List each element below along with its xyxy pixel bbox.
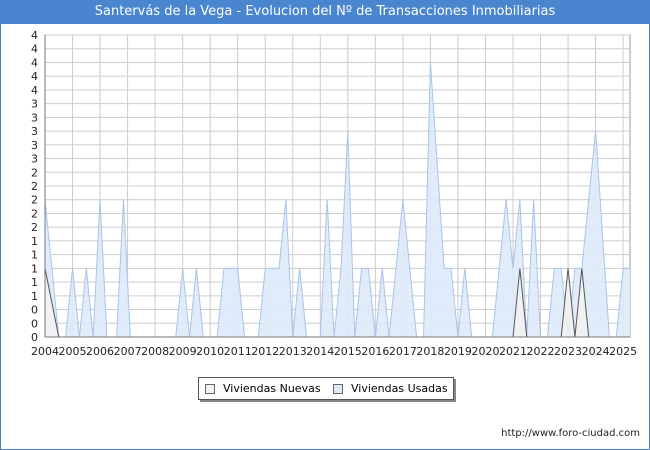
- x-tick-label: 2006: [86, 345, 114, 358]
- y-tick-label: 4: [31, 43, 38, 56]
- x-tick-label: 2004: [31, 345, 59, 358]
- x-tick-label: 2012: [251, 345, 279, 358]
- x-tick-label: 2005: [59, 345, 87, 358]
- legend-swatch-usadas: [333, 383, 343, 394]
- y-tick-label: 3: [31, 111, 38, 124]
- x-tick-label: 2023: [554, 345, 582, 358]
- legend-label-usadas: Viviendas Usadas: [351, 382, 448, 395]
- x-tick-label: 2011: [224, 345, 252, 358]
- y-tick-label: 0: [31, 304, 38, 317]
- y-tick-label: 4: [31, 56, 38, 69]
- x-tick-label: 2009: [169, 345, 197, 358]
- y-tick-label: 4: [31, 70, 38, 83]
- x-tick-label: 2014: [306, 345, 334, 358]
- x-tick-label: 2025: [609, 345, 637, 358]
- x-tick-label: 2018: [416, 345, 444, 358]
- y-tick-label: 3: [31, 153, 38, 166]
- y-tick-label: 1: [31, 235, 38, 248]
- y-tick-label: 3: [31, 98, 38, 111]
- x-tick-label: 2008: [141, 345, 169, 358]
- x-tick-label: 2024: [582, 345, 610, 358]
- x-tick-label: 2015: [334, 345, 362, 358]
- legend-item-usadas: Viviendas Usadas: [333, 382, 448, 395]
- x-tick-label: 2019: [444, 345, 472, 358]
- y-tick-label: 1: [31, 249, 38, 262]
- y-tick-label: 1: [31, 262, 38, 275]
- x-tick-label: 2022: [527, 345, 555, 358]
- x-tick-label: 2020: [471, 345, 499, 358]
- x-tick-label: 2016: [361, 345, 389, 358]
- footer-url: http://www.foro-ciudad.com: [501, 428, 640, 439]
- y-tick-label: 0: [31, 331, 38, 344]
- x-tick-label: 2010: [196, 345, 224, 358]
- legend: Viviendas Nuevas Viviendas Usadas: [198, 377, 454, 400]
- legend-swatch-nuevas: [205, 383, 215, 394]
- x-tick-label: 2021: [499, 345, 527, 358]
- y-tick-label: 4: [31, 84, 38, 97]
- y-tick-label: 0: [31, 317, 38, 330]
- y-tick-label: 1: [31, 290, 38, 303]
- y-tick-label: 1: [31, 276, 38, 289]
- y-tick-label: 2: [31, 207, 38, 220]
- legend-label-nuevas: Viviendas Nuevas: [223, 382, 321, 395]
- x-tick-label: 2013: [279, 345, 307, 358]
- y-tick-label: 2: [31, 194, 38, 207]
- y-tick-label: 2: [31, 166, 38, 179]
- grid-layer: [44, 34, 631, 338]
- y-tick-label: 3: [31, 125, 38, 138]
- x-tick-label: 2017: [389, 345, 417, 358]
- x-tick-label: 2007: [114, 345, 142, 358]
- y-tick-label: 3: [31, 139, 38, 152]
- y-tick-label: 4: [31, 29, 38, 42]
- legend-item-nuevas: Viviendas Nuevas: [205, 382, 321, 395]
- y-tick-label: 2: [31, 221, 38, 234]
- y-tick-label: 2: [31, 180, 38, 193]
